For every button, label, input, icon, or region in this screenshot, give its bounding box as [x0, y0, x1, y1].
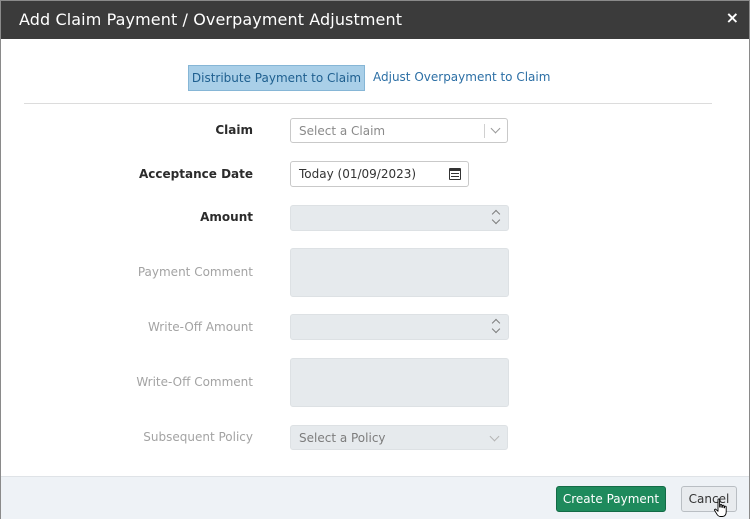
write-off-amount-label: Write-Off Amount [147, 320, 253, 334]
dialog-footer: Create Payment Cancel [1, 476, 749, 519]
subsequent-policy-placeholder: Select a Policy [299, 431, 386, 445]
acceptance-date-value: Today (01/09/2023) [299, 167, 417, 181]
tab-distribute-payment[interactable]: Distribute Payment to Claim [188, 65, 365, 91]
calendar-icon[interactable] [449, 168, 461, 180]
tab-adjust-overpayment[interactable]: Adjust Overpayment to Claim [373, 65, 550, 91]
chevron-down-icon [490, 123, 501, 134]
write-off-amount-stepper[interactable] [484, 315, 508, 339]
chevron-down-icon[interactable] [491, 324, 501, 334]
select-separator [484, 124, 485, 138]
claim-label: Claim [215, 123, 253, 137]
payment-comment-label: Payment Comment [137, 265, 253, 279]
chevron-down-icon [489, 431, 500, 442]
subsequent-policy-label: Subsequent Policy [143, 430, 253, 444]
subsequent-policy-select[interactable]: Select a Policy [290, 425, 508, 450]
dialog-title: Add Claim Payment / Overpayment Adjustme… [19, 10, 403, 29]
payment-comment-textarea[interactable] [290, 248, 509, 297]
tab-bar: Distribute Payment to Claim Adjust Overp… [1, 65, 749, 91]
divider [24, 103, 712, 104]
hand-cursor-icon [714, 498, 727, 517]
chevron-down-icon[interactable] [491, 215, 501, 225]
create-payment-button[interactable]: Create Payment [556, 486, 666, 512]
acceptance-date-label: Acceptance Date [139, 167, 253, 181]
amount-input[interactable] [290, 205, 509, 231]
amount-stepper[interactable] [484, 206, 508, 230]
claim-select[interactable]: Select a Claim [290, 118, 508, 143]
write-off-comment-label: Write-Off Comment [136, 375, 253, 389]
acceptance-date-field[interactable]: Today (01/09/2023) [290, 161, 469, 187]
write-off-amount-input[interactable] [290, 314, 509, 340]
dialog-header: Add Claim Payment / Overpayment Adjustme… [1, 1, 749, 39]
add-claim-payment-dialog: Add Claim Payment / Overpayment Adjustme… [0, 0, 750, 519]
amount-label: Amount [200, 210, 253, 224]
write-off-comment-textarea[interactable] [290, 358, 509, 407]
close-icon[interactable]: × [726, 8, 739, 27]
claim-select-placeholder: Select a Claim [299, 124, 386, 138]
